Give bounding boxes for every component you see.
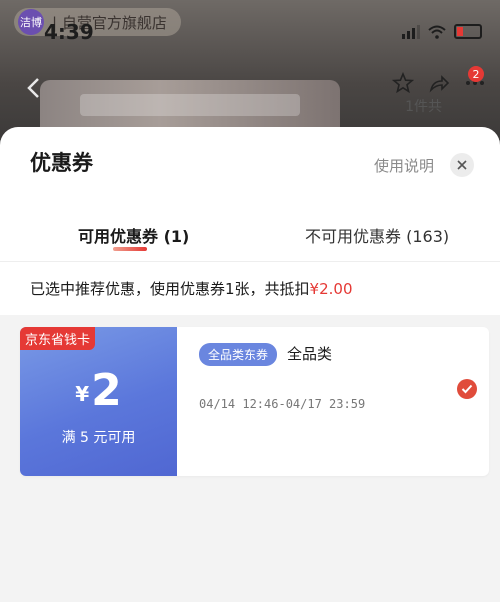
notification-badge: 2 xyxy=(468,66,484,82)
close-button[interactable] xyxy=(450,153,474,177)
currency-symbol: ¥ xyxy=(75,382,90,406)
battery-icon xyxy=(454,24,482,39)
coupon-validity: 04/14 12:46-04/17 23:59 xyxy=(199,397,366,411)
favorite-star-icon[interactable] xyxy=(392,72,414,94)
coupon-type-badge: 全品类东券 xyxy=(199,343,278,366)
product-page-backdrop: 洁博 | 自营官方旗舰店 4:39 2 1件共 xyxy=(0,0,500,140)
card-tag: 京东省钱卡 xyxy=(20,327,96,350)
coupon-sheet: 优惠券 使用说明 可用优惠券 (1) 不可用优惠券 (163) 已选中推荐优惠，… xyxy=(0,127,500,602)
usage-help-link[interactable]: 使用说明 xyxy=(374,155,434,176)
share-icon[interactable] xyxy=(428,72,450,94)
wifi-icon xyxy=(428,25,446,39)
summary-amount: ¥2.00 xyxy=(309,280,353,298)
back-arrow-icon[interactable] xyxy=(24,76,52,104)
coupon-threshold: 满 5 元可用 xyxy=(61,430,136,446)
summary-text: 已选中推荐优惠，使用优惠券1张，共抵扣 xyxy=(30,280,310,298)
tab-unavailable[interactable]: 不可用优惠券 (163) xyxy=(305,223,449,247)
signal-icon xyxy=(402,24,420,39)
coupon-value-panel: 京东省钱卡 ¥2 满 5 元可用 xyxy=(20,327,177,476)
coupon-amount: ¥2 xyxy=(20,365,177,416)
discount-summary: 已选中推荐优惠，使用优惠券1张，共抵扣¥2.00 xyxy=(30,278,353,299)
active-tab-indicator xyxy=(113,247,147,251)
coupon-scope: 全品类 xyxy=(287,345,333,363)
status-time: 4:39 xyxy=(44,20,94,44)
sheet-title: 优惠券 xyxy=(30,151,93,175)
shop-banner: 洁博 | 自营官方旗舰店 xyxy=(14,8,181,36)
status-icons xyxy=(402,24,482,39)
coupon-details: 全品类东券 全品类 04/14 12:46-04/17 23:59 xyxy=(177,327,489,476)
coupon-card[interactable]: 京东省钱卡 ¥2 满 5 元可用 全品类东券 全品类 04/14 12:46-0… xyxy=(20,327,489,476)
float-cart-count: 1件共 xyxy=(405,99,442,115)
coupon-tabs: 可用优惠券 (1) 不可用优惠券 (163) xyxy=(0,213,500,259)
divider xyxy=(0,261,500,262)
close-icon xyxy=(457,160,467,170)
amount-value: 2 xyxy=(91,365,122,416)
coupon-list: 京东省钱卡 ¥2 满 5 元可用 全品类东券 全品类 04/14 12:46-0… xyxy=(0,315,500,602)
shop-logo: 洁博 xyxy=(18,9,44,35)
tab-available[interactable]: 可用优惠券 (1) xyxy=(78,223,189,247)
selected-check-icon[interactable] xyxy=(457,379,477,399)
